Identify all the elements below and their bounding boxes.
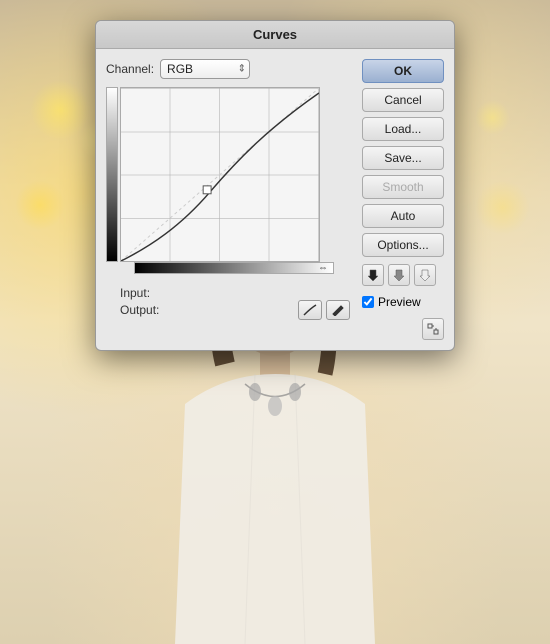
curves-graph[interactable] <box>120 87 320 262</box>
bokeh-circle <box>475 180 530 235</box>
bokeh-circle <box>15 180 65 230</box>
save-button[interactable]: Save... <box>362 146 444 170</box>
ok-button[interactable]: OK <box>362 59 444 83</box>
curves-y-gradient <box>106 87 118 262</box>
channel-select[interactable]: RGB Red Green Blue <box>160 59 250 79</box>
left-panel: Channel: RGB Red Green Blue <box>106 59 354 340</box>
channel-row: Channel: RGB Red Green Blue <box>106 59 354 79</box>
preview-label: Preview <box>378 295 421 309</box>
smooth-button[interactable]: Smooth <box>362 175 444 199</box>
curves-graph-container <box>106 87 354 262</box>
curves-dialog: Curves Channel: RGB Red Green Blue <box>95 20 455 351</box>
input-row: Input: <box>120 286 166 300</box>
pencil-mode-button[interactable] <box>326 300 350 320</box>
dialog-title: Curves <box>253 27 297 42</box>
bokeh-circle <box>475 100 510 135</box>
io-icons-row: Input: Output: <box>106 280 354 320</box>
curves-x-gradient: ⇔ <box>134 262 334 274</box>
dialog-titlebar: Curves <box>96 21 454 49</box>
input-label: Input: <box>120 286 162 300</box>
curves-x-arrows: ⇔ <box>318 263 328 274</box>
expand-button[interactable] <box>422 318 444 340</box>
options-button[interactable]: Options... <box>362 233 444 257</box>
curves-svg <box>121 88 319 261</box>
channel-select-wrapper: RGB Red Green Blue <box>160 59 250 79</box>
curves-dialog-overlay: Curves Channel: RGB Red Green Blue <box>95 20 455 351</box>
white-eyedropper-button[interactable] <box>414 264 436 286</box>
graph-mode-buttons <box>298 300 354 320</box>
curve-mode-button[interactable] <box>298 300 322 320</box>
x-gradient-wrapper: ⇔ <box>120 262 354 274</box>
preview-row: Preview <box>362 295 444 309</box>
preview-checkbox[interactable] <box>362 296 374 308</box>
output-label: Output: <box>120 303 162 317</box>
load-button[interactable]: Load... <box>362 117 444 141</box>
input-output-area: Input: Output: <box>120 286 166 320</box>
black-eyedropper-button[interactable] <box>362 264 384 286</box>
eyedropper-row <box>362 264 444 286</box>
right-panel: OK Cancel Load... Save... Smooth Auto Op… <box>362 59 444 340</box>
expand-wrapper <box>362 314 444 340</box>
output-row: Output: <box>120 303 166 317</box>
cancel-button[interactable]: Cancel <box>362 88 444 112</box>
channel-label: Channel: <box>106 62 154 76</box>
gray-eyedropper-button[interactable] <box>388 264 410 286</box>
auto-button[interactable]: Auto <box>362 204 444 228</box>
